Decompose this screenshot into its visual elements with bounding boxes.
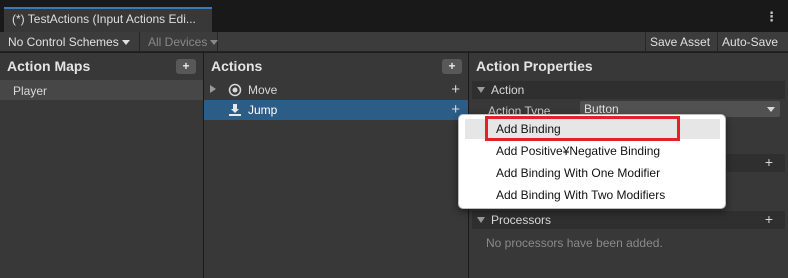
radio-target-icon (228, 83, 242, 97)
processors-empty-message: No processors have been added. (486, 236, 663, 250)
action-row-jump[interactable]: Jump + (204, 100, 468, 120)
action-row-move[interactable]: Move + (204, 80, 468, 100)
menu-item-add-binding[interactable]: Add Binding (465, 119, 720, 139)
action-maps-pane: Action Maps + Player (0, 53, 203, 278)
action-section-foldout[interactable]: Action (472, 81, 785, 99)
chevron-down-icon (121, 40, 130, 45)
button-press-icon (229, 104, 241, 116)
action-label: Move (248, 83, 278, 97)
menu-item-add-binding-two-modifiers[interactable]: Add Binding With Two Modifiers (465, 185, 720, 205)
foldout-arrow-icon (477, 217, 485, 223)
add-processor-button[interactable]: + (765, 211, 773, 227)
action-section-label: Action (491, 83, 525, 97)
processors-section-label: Processors (491, 213, 552, 227)
menu-item-add-positive-negative-binding[interactable]: Add Positive¥Negative Binding (465, 141, 720, 161)
control-schemes-dropdown[interactable]: No Control Schemes (0, 32, 140, 52)
actions-title: Actions (211, 58, 263, 74)
foldout-arrow-icon (477, 87, 485, 93)
chevron-down-icon (767, 107, 775, 112)
editor-toolbar: No Control Schemes All Devices Save Asse… (0, 32, 788, 52)
processors-section-foldout[interactable]: Processors + (472, 211, 785, 229)
editor-tab[interactable]: (*) TestActions (Input Actions Edi... (4, 7, 212, 32)
window-tab-bar: (*) TestActions (Input Actions Edi... ⋮ (0, 0, 788, 32)
add-interaction-button[interactable]: + (765, 154, 773, 170)
expand-arrow-icon[interactable] (210, 85, 216, 93)
actions-pane: Actions + Move + Jump + (204, 53, 468, 278)
add-action-button[interactable]: + (442, 59, 462, 74)
control-schemes-label: No Control Schemes (8, 35, 119, 49)
devices-dropdown[interactable]: All Devices (140, 32, 219, 52)
action-maps-header: Action Maps + (0, 53, 203, 80)
add-binding-button[interactable]: + (451, 81, 460, 98)
kebab-menu-icon[interactable]: ⋮ (765, 9, 778, 25)
actions-header: Actions + (204, 53, 468, 80)
add-binding-context-menu: Add Binding Add Positive¥Negative Bindin… (458, 114, 726, 209)
action-maps-title: Action Maps (7, 58, 91, 74)
save-asset-button[interactable]: Save Asset (645, 32, 717, 52)
auto-save-toggle[interactable]: Auto-Save (717, 32, 788, 52)
action-properties-header: Action Properties (469, 53, 788, 80)
action-map-item-player[interactable]: Player (0, 80, 203, 100)
editor-tab-title: (*) TestActions (Input Actions Edi... (12, 12, 196, 26)
menu-item-add-binding-one-modifier[interactable]: Add Binding With One Modifier (465, 163, 720, 183)
devices-label: All Devices (148, 35, 208, 49)
action-properties-title: Action Properties (476, 58, 593, 74)
chevron-down-icon (210, 40, 219, 45)
action-label: Jump (248, 103, 278, 117)
add-action-map-button[interactable]: + (176, 59, 196, 74)
